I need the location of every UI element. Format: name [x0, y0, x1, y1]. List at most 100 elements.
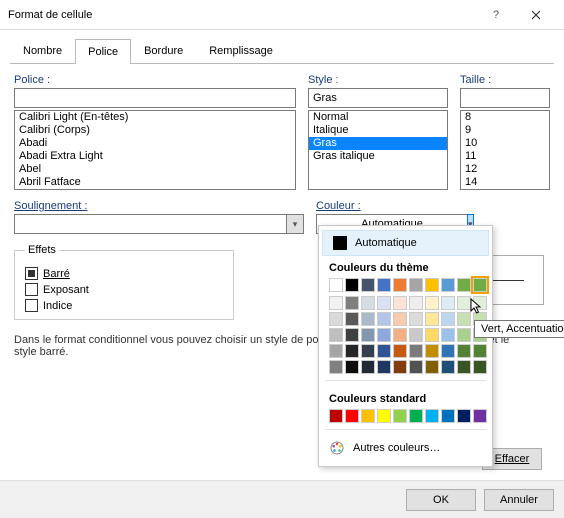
color-swatch[interactable] — [441, 296, 455, 310]
color-swatch[interactable] — [441, 312, 455, 326]
color-swatch[interactable] — [409, 344, 423, 358]
list-item[interactable]: Gras — [309, 137, 447, 150]
list-item[interactable]: 12 — [461, 163, 549, 176]
color-swatch[interactable] — [377, 296, 391, 310]
font-listbox[interactable]: Calibri Light (En-têtes)Calibri (Corps)A… — [14, 110, 296, 190]
size-listbox[interactable]: 8910111214 — [460, 110, 550, 190]
help-button[interactable]: ? — [476, 0, 516, 30]
color-swatch[interactable] — [441, 344, 455, 358]
color-swatch[interactable] — [377, 328, 391, 342]
list-item[interactable]: Italique — [309, 124, 447, 137]
color-swatch[interactable] — [345, 328, 359, 342]
color-swatch[interactable] — [377, 278, 391, 292]
color-swatch[interactable] — [377, 360, 391, 374]
color-swatch[interactable] — [425, 344, 439, 358]
color-swatch[interactable] — [473, 344, 487, 358]
tab-number[interactable]: Nombre — [10, 38, 75, 63]
color-swatch[interactable] — [441, 328, 455, 342]
tab-border[interactable]: Bordure — [131, 38, 196, 63]
color-swatch[interactable] — [393, 344, 407, 358]
subscript-checkbox[interactable]: Indice — [25, 299, 223, 312]
color-swatch[interactable] — [473, 409, 487, 423]
cancel-button[interactable]: Annuler — [484, 489, 554, 511]
color-swatch[interactable] — [393, 360, 407, 374]
color-swatch[interactable] — [457, 328, 471, 342]
style-listbox[interactable]: NormalItaliqueGrasGras italique — [308, 110, 448, 190]
list-item[interactable]: Abadi — [15, 137, 295, 150]
color-swatch[interactable] — [361, 296, 375, 310]
color-swatch[interactable] — [361, 328, 375, 342]
ok-button[interactable]: OK — [406, 489, 476, 511]
color-swatch[interactable] — [409, 312, 423, 326]
list-item[interactable]: Abadi Extra Light — [15, 150, 295, 163]
color-swatch[interactable] — [457, 344, 471, 358]
color-swatch[interactable] — [329, 312, 343, 326]
strike-checkbox[interactable]: Barré — [25, 267, 223, 280]
color-swatch[interactable] — [329, 278, 343, 292]
list-item[interactable]: 11 — [461, 150, 549, 163]
color-swatch[interactable] — [409, 328, 423, 342]
color-swatch[interactable] — [441, 409, 455, 423]
color-swatch[interactable] — [441, 360, 455, 374]
color-swatch[interactable] — [329, 409, 343, 423]
color-swatch[interactable] — [393, 409, 407, 423]
color-swatch[interactable] — [425, 278, 439, 292]
color-swatch[interactable] — [345, 409, 359, 423]
color-swatch[interactable] — [409, 278, 423, 292]
underline-input[interactable] — [14, 214, 286, 234]
close-button[interactable] — [516, 0, 556, 30]
color-swatch[interactable] — [393, 328, 407, 342]
color-swatch[interactable] — [329, 360, 343, 374]
color-swatch[interactable] — [473, 360, 487, 374]
color-swatch[interactable] — [409, 296, 423, 310]
color-swatch[interactable] — [425, 328, 439, 342]
color-swatch[interactable] — [457, 278, 471, 292]
color-swatch[interactable] — [377, 409, 391, 423]
list-item[interactable]: 9 — [461, 124, 549, 137]
list-item[interactable]: Gras italique — [309, 150, 447, 163]
chevron-down-icon[interactable] — [286, 214, 304, 234]
color-swatch[interactable] — [329, 328, 343, 342]
color-swatch[interactable] — [393, 312, 407, 326]
list-item[interactable]: Abril Fatface — [15, 176, 295, 189]
color-swatch[interactable] — [425, 360, 439, 374]
style-input[interactable] — [308, 88, 448, 108]
color-swatch[interactable] — [457, 360, 471, 374]
automatic-color-item[interactable]: Automatique — [322, 230, 489, 256]
underline-combo[interactable] — [14, 214, 304, 234]
size-input[interactable] — [460, 88, 550, 108]
color-swatch[interactable] — [377, 312, 391, 326]
color-swatch[interactable] — [409, 409, 423, 423]
color-swatch[interactable] — [345, 312, 359, 326]
color-swatch[interactable] — [457, 409, 471, 423]
color-swatch[interactable] — [425, 409, 439, 423]
list-item[interactable]: 10 — [461, 137, 549, 150]
list-item[interactable]: Normal — [309, 111, 447, 124]
color-swatch[interactable] — [393, 278, 407, 292]
list-item[interactable]: 14 — [461, 176, 549, 189]
tab-font[interactable]: Police — [75, 39, 131, 64]
color-swatch[interactable] — [393, 296, 407, 310]
color-swatch[interactable] — [425, 312, 439, 326]
superscript-checkbox[interactable]: Exposant — [25, 283, 223, 296]
list-item[interactable]: Calibri (Corps) — [15, 124, 295, 137]
color-swatch[interactable] — [345, 360, 359, 374]
list-item[interactable]: Abel — [15, 163, 295, 176]
list-item[interactable]: 8 — [461, 111, 549, 124]
color-swatch[interactable] — [329, 344, 343, 358]
color-swatch[interactable] — [457, 312, 471, 326]
color-swatch[interactable] — [409, 360, 423, 374]
color-swatch[interactable] — [329, 296, 343, 310]
color-swatch[interactable] — [345, 278, 359, 292]
color-swatch[interactable] — [345, 344, 359, 358]
color-swatch[interactable] — [441, 278, 455, 292]
color-swatch[interactable] — [377, 344, 391, 358]
color-swatch[interactable] — [345, 296, 359, 310]
color-swatch[interactable] — [361, 278, 375, 292]
color-swatch[interactable] — [361, 344, 375, 358]
color-swatch[interactable] — [473, 278, 487, 292]
color-swatch[interactable] — [361, 360, 375, 374]
color-swatch[interactable] — [425, 296, 439, 310]
color-swatch[interactable] — [361, 409, 375, 423]
color-swatch[interactable] — [457, 296, 471, 310]
